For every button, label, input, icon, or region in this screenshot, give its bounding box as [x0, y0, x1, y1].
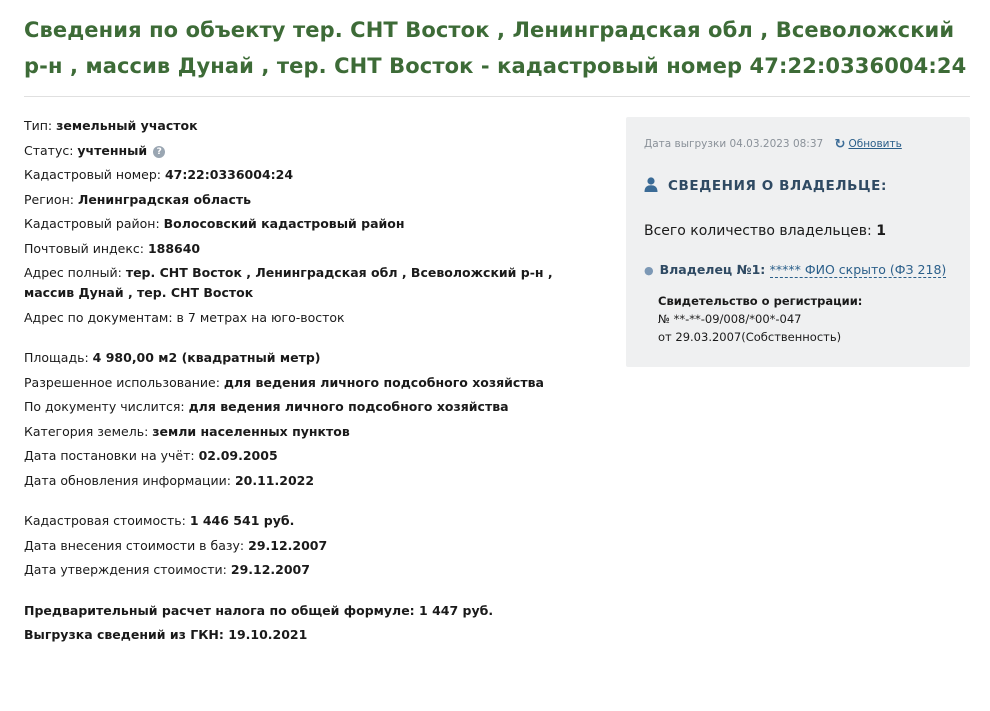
certificate-heading: Свидетельство о регистрации: — [658, 294, 863, 308]
info-value: 4 980,00 м2 (квадратный метр) — [92, 350, 321, 365]
owner-count: Всего количество владельцев: 1 — [644, 223, 886, 239]
info-row-cadastral-number: Кадастровый номер: 47:22:0336004:24 — [24, 165, 599, 185]
info-label: Дата внесения стоимости в базу: — [24, 537, 249, 553]
info-row-region: Регион: Ленинградская область — [24, 190, 599, 210]
info-row-tax-estimate: Предварительный расчет налога по общей ф… — [24, 601, 599, 621]
info-value: 20.11.2022 — [234, 472, 315, 488]
info-label: Кадастровый номер: — [24, 167, 165, 182]
info-label: Категория земель: — [24, 423, 153, 439]
info-value: Ленинградская область — [77, 191, 252, 207]
registration-certificate: Свидетельство о регистрации: № **-**-09/… — [658, 292, 862, 346]
certificate-number: № **-**-09/008/*00*-047 — [658, 312, 802, 326]
info-row-value-entry-date: Дата внесения стоимости в базу: 29.12.20… — [24, 536, 599, 556]
info-label: Тип: — [24, 118, 57, 133]
refresh-label: Обновить — [848, 138, 902, 150]
info-value: 1 447 руб. — [419, 602, 494, 618]
owner-item: ● Владелец №1: ***** ФИО скрыто (ФЗ 218) — [644, 262, 947, 278]
info-row-registration-date: Дата постановки на учёт: 02.09.2005 — [24, 446, 599, 466]
info-row-document-use: По документу числится: для ведения лично… — [24, 397, 599, 417]
owner-label: Владелец №1: — [659, 262, 770, 277]
info-row-document-address: Адрес по документам: в 7 метрах на юго-в… — [24, 308, 599, 328]
info-value: 29.12.2007 — [230, 562, 310, 577]
info-label: Кадастровая стоимость: — [24, 513, 190, 528]
info-value: 19.10.2021 — [228, 627, 308, 642]
person-icon-svg — [644, 177, 658, 192]
owner-heading: СВЕДЕНИЯ О ВЛАДЕЛЬЦЕ: — [644, 177, 887, 196]
info-row-postal-code: Почтовый индекс: 188640 — [24, 239, 599, 259]
info-row-area: Площадь: 4 980,00 м2 (квадратный метр) — [24, 348, 599, 368]
property-info: Тип: земельный участок Статус: учтенный?… — [24, 116, 599, 650]
info-value: Волосовский кадастровый район — [163, 216, 405, 231]
page-title: Сведения по объекту тер. СНТ Восток , Ле… — [24, 18, 967, 78]
bullet-icon: ● — [644, 264, 654, 277]
info-label: По документу числится: — [24, 399, 189, 414]
help-icon[interactable]: ? — [153, 145, 166, 158]
info-label: Дата обновления информации: — [24, 472, 235, 488]
refresh-button[interactable]: ↻ Обновить — [834, 137, 902, 152]
info-label: Дата утверждения стоимости: — [24, 562, 231, 577]
info-row-gkn-export: Выгрузка сведений из ГКН: 19.10.2021 — [24, 625, 599, 645]
info-row-permitted-use: Разрешенное использование: для ведения л… — [24, 373, 599, 393]
info-value: учтенный — [77, 142, 148, 158]
page: Сведения по объекту тер. СНТ Восток , Ле… — [0, 0, 990, 711]
info-row-cadastral-district: Кадастровый район: Волосовский кадастров… — [24, 214, 599, 234]
info-label: Разрешенное использование: — [24, 374, 224, 390]
info-value: для ведения личного подсобного хозяйства — [223, 374, 544, 390]
info-label: Статус: — [24, 142, 78, 158]
info-row-land-category: Категория земель: земли населенных пункт… — [24, 422, 599, 442]
owner-count-value: 1 — [876, 223, 886, 239]
info-value: 02.09.2005 — [198, 448, 278, 463]
info-label: Кадастровый район: — [24, 216, 164, 231]
info-label: Адрес по документам: — [24, 309, 177, 325]
info-value: 47:22:0336004:24 — [164, 167, 294, 182]
info-row-value-approval-date: Дата утверждения стоимости: 29.12.2007 — [24, 560, 599, 580]
certificate-date: от 29.03.2007(Собственность) — [658, 330, 842, 344]
info-value: для ведения личного подсобного хозяйства — [188, 399, 509, 414]
export-info: Дата выгрузки 04.03.2023 08:37 ↻ Обновить — [644, 137, 902, 152]
person-icon — [644, 177, 658, 196]
info-label: Выгрузка сведений из ГКН: — [24, 627, 229, 642]
info-label: Площадь: — [24, 350, 93, 365]
owner-panel: Дата выгрузки 04.03.2023 08:37 ↻ Обновить… — [626, 117, 970, 367]
info-row-status: Статус: учтенный? — [24, 141, 599, 161]
info-value: 188640 — [147, 240, 201, 256]
info-label: Предварительный расчет налога по общей ф… — [24, 602, 420, 618]
info-row-full-address: Адрес полный: тер. СНТ Восток , Ленингра… — [24, 263, 599, 303]
info-value: 1 446 541 руб. — [189, 513, 295, 528]
info-label: Дата постановки на учёт: — [24, 448, 199, 463]
owner-name-link[interactable]: ***** ФИО скрыто (ФЗ 218) — [769, 262, 947, 278]
info-value: 29.12.2007 — [248, 537, 328, 553]
export-date-label: Дата выгрузки 04.03.2023 08:37 — [644, 138, 824, 150]
info-row-cadastral-value: Кадастровая стоимость: 1 446 541 руб. — [24, 511, 599, 531]
info-label: Почтовый индекс: — [24, 240, 148, 256]
info-value: земельный участок — [56, 118, 198, 133]
owner-count-label: Всего количество владельцев: — [644, 223, 877, 239]
info-row-update-date: Дата обновления информации: 20.11.2022 — [24, 471, 599, 491]
info-label: Адрес полный: — [24, 265, 126, 280]
info-row-type: Тип: земельный участок — [24, 116, 599, 136]
title-divider — [24, 96, 970, 97]
info-label: Регион: — [24, 191, 78, 207]
refresh-icon: ↻ — [834, 137, 846, 152]
owner-heading-text: СВЕДЕНИЯ О ВЛАДЕЛЬЦЕ: — [668, 178, 887, 194]
info-value: в 7 метрах на юго-восток — [176, 309, 345, 325]
info-value: земли населенных пунктов — [152, 423, 350, 439]
